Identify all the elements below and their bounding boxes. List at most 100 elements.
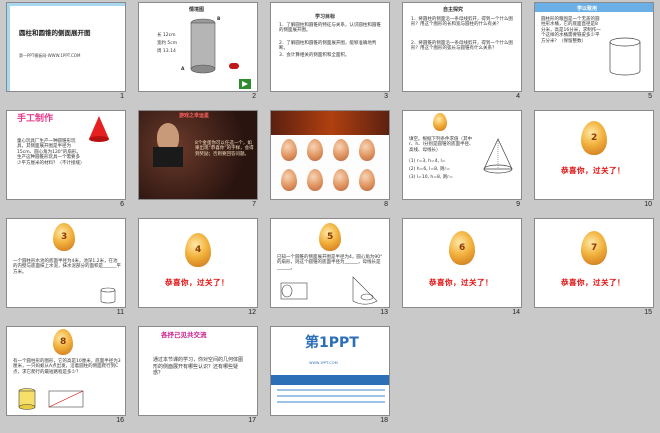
egg-number: 6 (459, 243, 466, 253)
slide-6-cone-drawing (89, 116, 109, 142)
slide-5-cylinder-drawing (609, 37, 641, 76)
egg-icon[interactable] (281, 139, 297, 161)
slide-2-header: 情境图 (189, 7, 205, 13)
slide-thumb-5[interactable]: 学以致用 圆柱形的粮囤是一个无盖的圆柱形水桶，它的底面直径是8分米，高是16分米… (528, 0, 658, 106)
slide-18-canvas: 第1PPT WWW.1PPT.COM (270, 326, 390, 416)
slide-number: 11 (116, 309, 124, 316)
slide-4-header: 自主探究 (443, 7, 464, 13)
slide-2-line: 长 12cm (157, 33, 176, 38)
slide-17-header: 各抒己见共交流 (161, 331, 207, 339)
slide-9-line: (1) r=3, h=4, l= (409, 159, 446, 164)
slide-7-host-suit (153, 147, 183, 167)
slide-number: 2 (252, 93, 256, 100)
slide-13-canvas: 5 已知一个圆锥的侧面展开图是半径为4，圆心角为90°的扇形，则这个圆锥的底面半… (270, 218, 390, 308)
egg-icon[interactable] (307, 139, 323, 161)
egg-number: 3 (61, 232, 68, 242)
slide-thumb-14[interactable]: 6 恭喜你，过关了！ 14 (396, 216, 526, 322)
slide-17-line: 通过本节课的学习，你对空间的几何体图形的侧面展开有哪些认识？还有哪些疑惑？ (153, 357, 244, 376)
slide-11-canvas: 3 一个圆柱形水池的底面半径为4米，池深1.2米，在池的内壁与底面抹上水泥，抹水… (6, 218, 126, 308)
slide-thumb-6[interactable]: 手工制作 童心玩具厂生产一种圆锥形玩具，其侧面展开图是半径为15cm、圆心角为1… (0, 108, 130, 214)
slide-thumb-7[interactable]: 游戏之幸运星 8个金蛋你可以任选一个，如果出现“恭喜你”的字样，会得到奖励；否则… (132, 108, 262, 214)
slide-thumb-12[interactable]: 4 恭喜你，过关了！ 12 (132, 216, 262, 322)
slide-1-footer: 第一PPT模板网-WWW.1PPT.COM (19, 53, 81, 58)
slide-13-cylinder-net-drawing (280, 282, 308, 300)
slide-number: 1 (120, 93, 124, 100)
slide-11-line: 一个圆柱形水池的底面半径为4米，池深1.2米，在池的内壁与底面抹上水泥，抹水泥部… (13, 259, 121, 275)
slide-10-canvas: 2 恭喜你，过关了！ (534, 110, 654, 200)
egg-icon[interactable] (333, 139, 349, 161)
slide-number: 9 (516, 201, 520, 208)
slide-9-line: 填空。根据下列条件求值（其中r、h、l分别是圆锥的底面半径、高线、母线长） (409, 137, 474, 153)
slide-6-canvas: 手工制作 童心玩具厂生产一种圆锥形玩具，其侧面展开图是半径为15cm、圆心角为1… (6, 110, 126, 200)
slide-18-logo: 第1PPT (305, 335, 359, 351)
slide-13-sector-drawing (352, 276, 378, 305)
slide-thumb-10[interactable]: 2 恭喜你，过关了！ 10 (528, 108, 658, 214)
slide-thumb-1[interactable]: 圆柱和圆锥的侧面展开图 第一PPT模板网-WWW.1PPT.COM 1 (0, 0, 130, 106)
slide-7-canvas: 游戏之幸运星 8个金蛋你可以任选一个，如果出现“恭喜你”的字样，会得到奖励；否则… (138, 110, 258, 200)
slide-17-canvas: 各抒己见共交流 通过本节课的学习，你对空间的几何体图形的侧面展开有哪些认识？还有… (138, 326, 258, 416)
slide-number: 13 (380, 309, 388, 316)
slide-5-canvas: 学以致用 圆柱形的粮囤是一个无盖的圆柱形水桶，它的底面直径是8分米，高是16分米… (534, 2, 654, 92)
slide-4-line: 1．将圆柱的侧面沿一条母线剪开，得到一个什么图形？用这个图形的长和宽与圆柱的什么… (411, 17, 513, 28)
slide-16-line: 有一个圆柱形的图形，它的高是10厘米，底面半径为3厘米，一只蚂蚁从A点出发，沿着… (13, 359, 121, 375)
egg-icon (433, 113, 447, 131)
slide-2-label-b: B (217, 17, 221, 22)
slide-7-header: 游戏之幸运星 (179, 113, 210, 119)
congrats-text: 恭喜你，过关了！ (165, 278, 229, 287)
slide-thumb-9[interactable]: 填空。根据下列条件求值（其中r、h、l分别是圆锥的底面半径、高线、母线长） (1… (396, 108, 526, 214)
slide-2-label-a: A (181, 67, 185, 72)
slide-16-cylinder-drawing (18, 388, 36, 410)
slide-3-header: 学习目标 (315, 14, 336, 20)
slide-thumb-15[interactable]: 7 恭喜你，过关了！ 15 (528, 216, 658, 322)
egg-number: 2 (591, 133, 598, 143)
slide-thumb-2[interactable]: 情境图 长 12cm 宽约 5cm 周 13.14 B A 2 (132, 0, 262, 106)
slide-number: 8 (384, 201, 388, 208)
slide-2-cylinder-drawing (190, 18, 216, 74)
slide-16-rect-net-drawing (48, 390, 84, 408)
slide-2-nav-arrow-icon (239, 79, 251, 89)
slide-4-canvas: 自主探究 1．将圆柱的侧面沿一条母线剪开，得到一个什么图形？用这个图形的长和宽与… (402, 2, 522, 92)
slide-number: 6 (120, 201, 124, 208)
egg-number: 4 (195, 245, 202, 255)
slide-thumb-18[interactable]: 第1PPT WWW.1PPT.COM 18 (264, 324, 394, 430)
slide-1-accent-top (7, 3, 125, 6)
slide-2-red-object (229, 63, 239, 69)
slide-thumb-17[interactable]: 各抒己见共交流 通过本节课的学习，你对空间的几何体图形的侧面展开有哪些认识？还有… (132, 324, 262, 430)
slide-5-line: 圆柱形的粮囤是一个无盖的圆柱形水桶，它的底面直径是8分米，高是16分米，求制作一… (541, 17, 601, 44)
slide-3-canvas: 学习目标 1．了解圆柱和圆锥的特征与关系，认识圆柱和圆锥的侧面展开图。 2．了解… (270, 2, 390, 92)
egg-number: 7 (591, 243, 598, 253)
slide-1-title: 圆柱和圆锥的侧面展开图 (19, 29, 91, 37)
slide-thumb-4[interactable]: 自主探究 1．将圆柱的侧面沿一条母线剪开，得到一个什么图形？用这个图形的长和宽与… (396, 0, 526, 106)
egg-icon[interactable] (359, 169, 375, 191)
slide-thumb-8[interactable]: 8 (264, 108, 394, 214)
slide-number: 18 (380, 417, 388, 424)
egg-icon[interactable] (281, 169, 297, 191)
slide-18-rule (277, 389, 385, 391)
slide-number: 10 (644, 201, 652, 208)
slide-9-cone-drawing (483, 138, 513, 174)
slide-thumb-11[interactable]: 3 一个圆柱形水池的底面半径为4米，池深1.2米，在池的内壁与底面抹上水泥，抹水… (0, 216, 130, 322)
slide-16-canvas: 8 有一个圆柱形的图形，它的高是10厘米，底面半径为3厘米，一只蚂蚁从A点出发，… (6, 326, 126, 416)
slide-number: 15 (644, 309, 652, 316)
slide-2-line: 宽约 5cm (157, 41, 178, 46)
slide-thumb-13[interactable]: 5 已知一个圆锥的侧面展开图是半径为4，圆心角为90°的扇形，则这个圆锥的底面半… (264, 216, 394, 322)
slide-3-line: 3．会计算相关的侧面积和全面积。 (279, 53, 350, 58)
slide-15-canvas: 7 恭喜你，过关了！ (534, 218, 654, 308)
slide-thumb-3[interactable]: 学习目标 1．了解圆柱和圆锥的特征与关系，认识圆柱和圆锥的侧面展开图。 2．了解… (264, 0, 394, 106)
slide-9-canvas: 填空。根据下列条件求值（其中r、h、l分别是圆锥的底面半径、高线、母线长） (1… (402, 110, 522, 200)
slide-number: 17 (248, 417, 256, 424)
slide-number: 3 (384, 93, 388, 100)
slide-4-line: 2．将圆锥的侧面沿一条母线剪开，得到一个什么图形？用这个图形的弧长与圆锥有什么关… (411, 41, 513, 52)
congrats-text: 恭喜你，过关了！ (561, 278, 625, 287)
slide-thumb-16[interactable]: 8 有一个圆柱形的图形，它的高是10厘米，底面半径为3厘米，一只蚂蚁从A点出发，… (0, 324, 130, 430)
slide-11-cylinder-drawing (100, 287, 116, 304)
slide-number: 14 (512, 309, 520, 316)
slide-3-line: 1．了解圆柱和圆锥的特征与关系，认识圆柱和圆锥的侧面展开图。 (279, 23, 381, 34)
egg-icon[interactable] (307, 169, 323, 191)
egg-icon[interactable] (333, 169, 349, 191)
slide-14-canvas: 6 恭喜你，过关了！ (402, 218, 522, 308)
congrats-text: 恭喜你，过关了！ (429, 278, 493, 287)
egg-icon[interactable] (359, 139, 375, 161)
slide-number: 5 (648, 93, 652, 100)
slide-1-accent-left (7, 3, 10, 91)
